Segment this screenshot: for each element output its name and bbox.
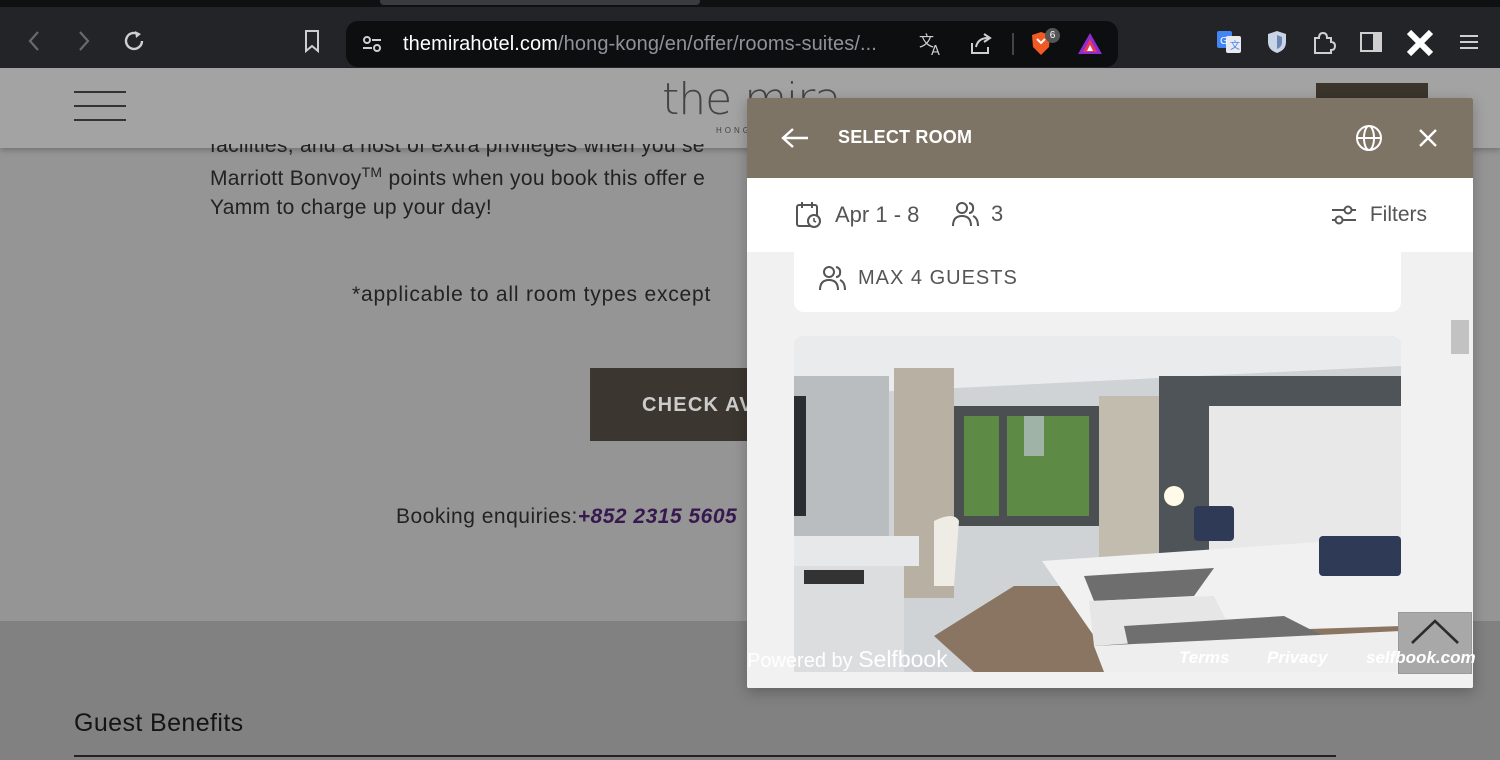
- terms-link[interactable]: Terms: [1179, 648, 1229, 668]
- selfbook-link[interactable]: selfbook.com: [1366, 648, 1476, 668]
- url-text: themirahotel.com/hong-kong/en/offer/room…: [403, 33, 877, 55]
- guests-icon: [819, 266, 846, 291]
- shield-badge: 6: [1045, 28, 1060, 43]
- guest-selector[interactable]: 3: [951, 200, 1003, 228]
- menu-icon[interactable]: [1456, 29, 1482, 55]
- forward-icon[interactable]: [68, 25, 100, 57]
- select-room-modal: SELECT ROOM Apr 1 - 8 3 Filters MAX 4 GU…: [747, 98, 1473, 688]
- google-translate-icon[interactable]: G文: [1216, 29, 1242, 55]
- scrollbar-thumb[interactable]: [1451, 320, 1469, 354]
- divider: [74, 755, 1336, 757]
- hamburger-menu-icon[interactable]: [74, 91, 126, 123]
- room-photo[interactable]: [794, 336, 1401, 672]
- brave-rewards-icon[interactable]: [1076, 31, 1104, 62]
- profile-x-icon[interactable]: [1402, 25, 1438, 61]
- dates-text: Apr 1 - 8: [835, 202, 920, 227]
- max-guests-text: MAX 4 GUESTS: [858, 266, 1018, 289]
- sidebar-toggle-icon[interactable]: [1358, 29, 1384, 55]
- brave-shield-icon[interactable]: 6: [1028, 28, 1060, 64]
- max-guests-info: MAX 4 GUESTS: [818, 264, 1018, 292]
- back-arrow-icon[interactable]: [779, 122, 811, 154]
- chevron-up-icon: [1411, 619, 1459, 644]
- guests-count: 3: [991, 201, 1004, 226]
- extensions-puzzle-icon[interactable]: [1310, 29, 1336, 55]
- modal-header: SELECT ROOM: [747, 98, 1473, 178]
- guest-benefits-heading: Guest Benefits: [74, 709, 244, 737]
- calendar-icon: [796, 202, 821, 228]
- filters-button[interactable]: Filters: [1330, 202, 1427, 228]
- filters-icon: [1331, 205, 1356, 225]
- share-icon[interactable]: [968, 31, 994, 62]
- close-icon[interactable]: [1412, 122, 1444, 154]
- reload-icon[interactable]: [118, 25, 150, 57]
- booking-toolbar: Apr 1 - 8 3 Filters: [747, 178, 1473, 252]
- bookmark-icon[interactable]: [296, 25, 328, 57]
- phone-link[interactable]: +852 2315 5605: [578, 505, 737, 528]
- booking-enquiries: Booking enquiries:+852 2315 5605: [396, 505, 738, 528]
- back-icon[interactable]: [18, 25, 50, 57]
- tab-indicator: [380, 0, 700, 5]
- svg-text:G: G: [1220, 36, 1228, 47]
- filters-label: Filters: [1369, 203, 1427, 226]
- svg-text:文: 文: [1230, 39, 1240, 52]
- privacy-link[interactable]: Privacy: [1267, 648, 1328, 668]
- browser-toolbar: themirahotel.com/hong-kong/en/offer/room…: [0, 0, 1500, 68]
- address-bar[interactable]: themirahotel.com/hong-kong/en/offer/room…: [346, 21, 1118, 67]
- svg-text:A: A: [931, 44, 940, 57]
- check-availability-button[interactable]: CHECK AVAILABILITY: [590, 368, 760, 441]
- globe-icon[interactable]: [1353, 122, 1385, 154]
- paragraph-line: Yamm to charge up your day!: [210, 196, 493, 219]
- site-settings-icon[interactable]: [360, 32, 384, 61]
- modal-title: SELECT ROOM: [838, 127, 973, 147]
- guests-icon: [952, 202, 979, 227]
- room-card-bottom: MAX 4 GUESTS: [794, 252, 1401, 312]
- paragraph-line: Marriott BonvoyTM points when you book t…: [210, 164, 706, 190]
- date-selector[interactable]: Apr 1 - 8: [795, 200, 919, 230]
- offer-note: *applicable to all room types except: [352, 283, 712, 306]
- divider: [1012, 33, 1014, 55]
- room-list[interactable]: MAX 4 GUESTS: [747, 252, 1473, 688]
- translate-icon[interactable]: 文A: [918, 31, 946, 62]
- shield-extension-icon[interactable]: [1264, 29, 1290, 55]
- powered-by: Powered by Selfbook: [747, 646, 948, 672]
- selfbook-brand: Selfbook: [858, 646, 948, 672]
